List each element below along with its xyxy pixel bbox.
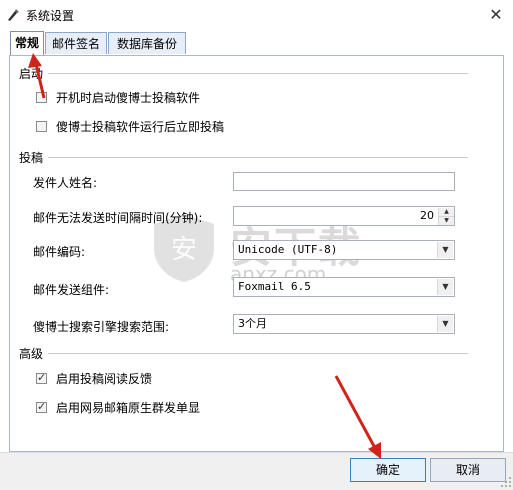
startup-on-boot-label: 开机时启动傻博士投稿软件 xyxy=(56,91,201,105)
group-submission-label: 投稿 xyxy=(19,151,44,165)
read-receipt-label: 启用投稿阅读反馈 xyxy=(56,372,153,386)
submit-immediately-label: 傻博士投稿软件运行后立即投稿 xyxy=(56,120,225,134)
search-range-select[interactable]: 3个月 ▼ xyxy=(233,314,455,334)
sender-name-input[interactable] xyxy=(233,172,455,191)
retry-interval-stepper[interactable]: 20 ▲ ▼ xyxy=(233,206,455,226)
chevron-down-icon: ▼ xyxy=(437,316,453,332)
netease-bulk-checkbox[interactable] xyxy=(36,400,47,413)
submit-immediately-checkbox[interactable] xyxy=(36,121,47,132)
cancel-button[interactable]: 取消 xyxy=(430,458,506,482)
group-startup-divider xyxy=(48,73,468,74)
resize-grip-icon[interactable] xyxy=(500,476,512,488)
group-submission-divider xyxy=(48,157,468,158)
tab-general[interactable]: 常规 xyxy=(10,31,44,56)
send-component-label: 邮件发送组件: xyxy=(33,283,110,297)
email-encoding-value: Unicode (UTF-8) xyxy=(238,243,338,256)
tab-database-backup[interactable]: 数据库备份 xyxy=(108,32,186,54)
spin-down-icon[interactable]: ▼ xyxy=(438,216,454,225)
startup-on-boot-checkbox[interactable] xyxy=(36,92,47,103)
group-startup-label: 启动 xyxy=(19,67,44,81)
title-bar: 系统设置 ✕ xyxy=(0,0,513,30)
netease-bulk-label: 启用网易邮箱原生群发单显 xyxy=(56,401,201,415)
ok-button[interactable]: 确定 xyxy=(350,458,426,482)
chevron-down-icon: ▼ xyxy=(437,242,453,258)
email-encoding-select[interactable]: Unicode (UTF-8) ▼ xyxy=(233,240,455,260)
window-title: 系统设置 xyxy=(26,9,75,23)
send-component-select[interactable]: Foxmail 6.5 ▼ xyxy=(233,277,455,297)
search-range-label: 傻博士搜索引擎搜索范围: xyxy=(33,320,170,334)
email-encoding-label: 邮件编码: xyxy=(33,245,86,259)
watermark-shield-char: 安 xyxy=(171,235,197,265)
send-component-value: Foxmail 6.5 xyxy=(238,280,311,293)
read-receipt-checkbox[interactable] xyxy=(36,371,47,384)
sender-name-label: 发件人姓名: xyxy=(33,176,98,190)
tab-email-signature[interactable]: 邮件签名 xyxy=(45,32,107,54)
search-range-value: 3个月 xyxy=(238,317,267,330)
retry-interval-spin: ▲ ▼ xyxy=(438,208,454,225)
app-pen-icon xyxy=(8,9,19,21)
retry-interval-value: 20 xyxy=(420,209,434,222)
spin-up-icon[interactable]: ▲ xyxy=(438,208,454,216)
close-button[interactable]: ✕ xyxy=(482,2,510,26)
retry-interval-label: 邮件无法发送时间隔时间(分钟): xyxy=(33,211,203,225)
group-advanced-label: 高级 xyxy=(19,347,44,361)
close-icon: ✕ xyxy=(489,4,503,24)
group-advanced-divider xyxy=(48,353,468,354)
chevron-down-icon: ▼ xyxy=(437,279,453,295)
